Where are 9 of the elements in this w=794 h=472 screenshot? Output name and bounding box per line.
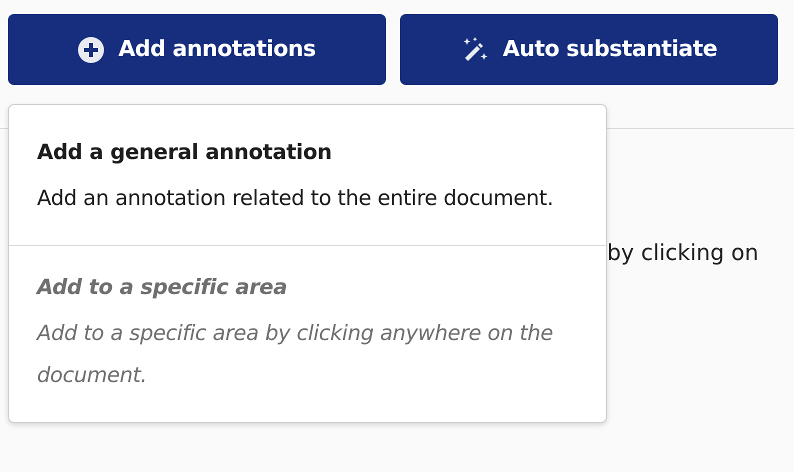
menu-item[interactable]: Add a general annotation Add an annotation related to the entire document. [9,105,606,245]
menu-item-title: Add to a specific area [37,274,288,301]
auto-substantiate-button[interactable]: Auto substantiate [400,14,778,85]
plus-icon [78,36,104,62]
add-annotations-button[interactable]: Add annotations [8,14,386,85]
menu-item-description: Add to a specific area by clicking anywhere on the document. [37,320,554,389]
menu-item-description: Add an annotation related to the entire document. [37,185,554,212]
document-text: by clicking on [607,241,759,266]
menu-item-title: Add a general annotation [37,139,333,166]
